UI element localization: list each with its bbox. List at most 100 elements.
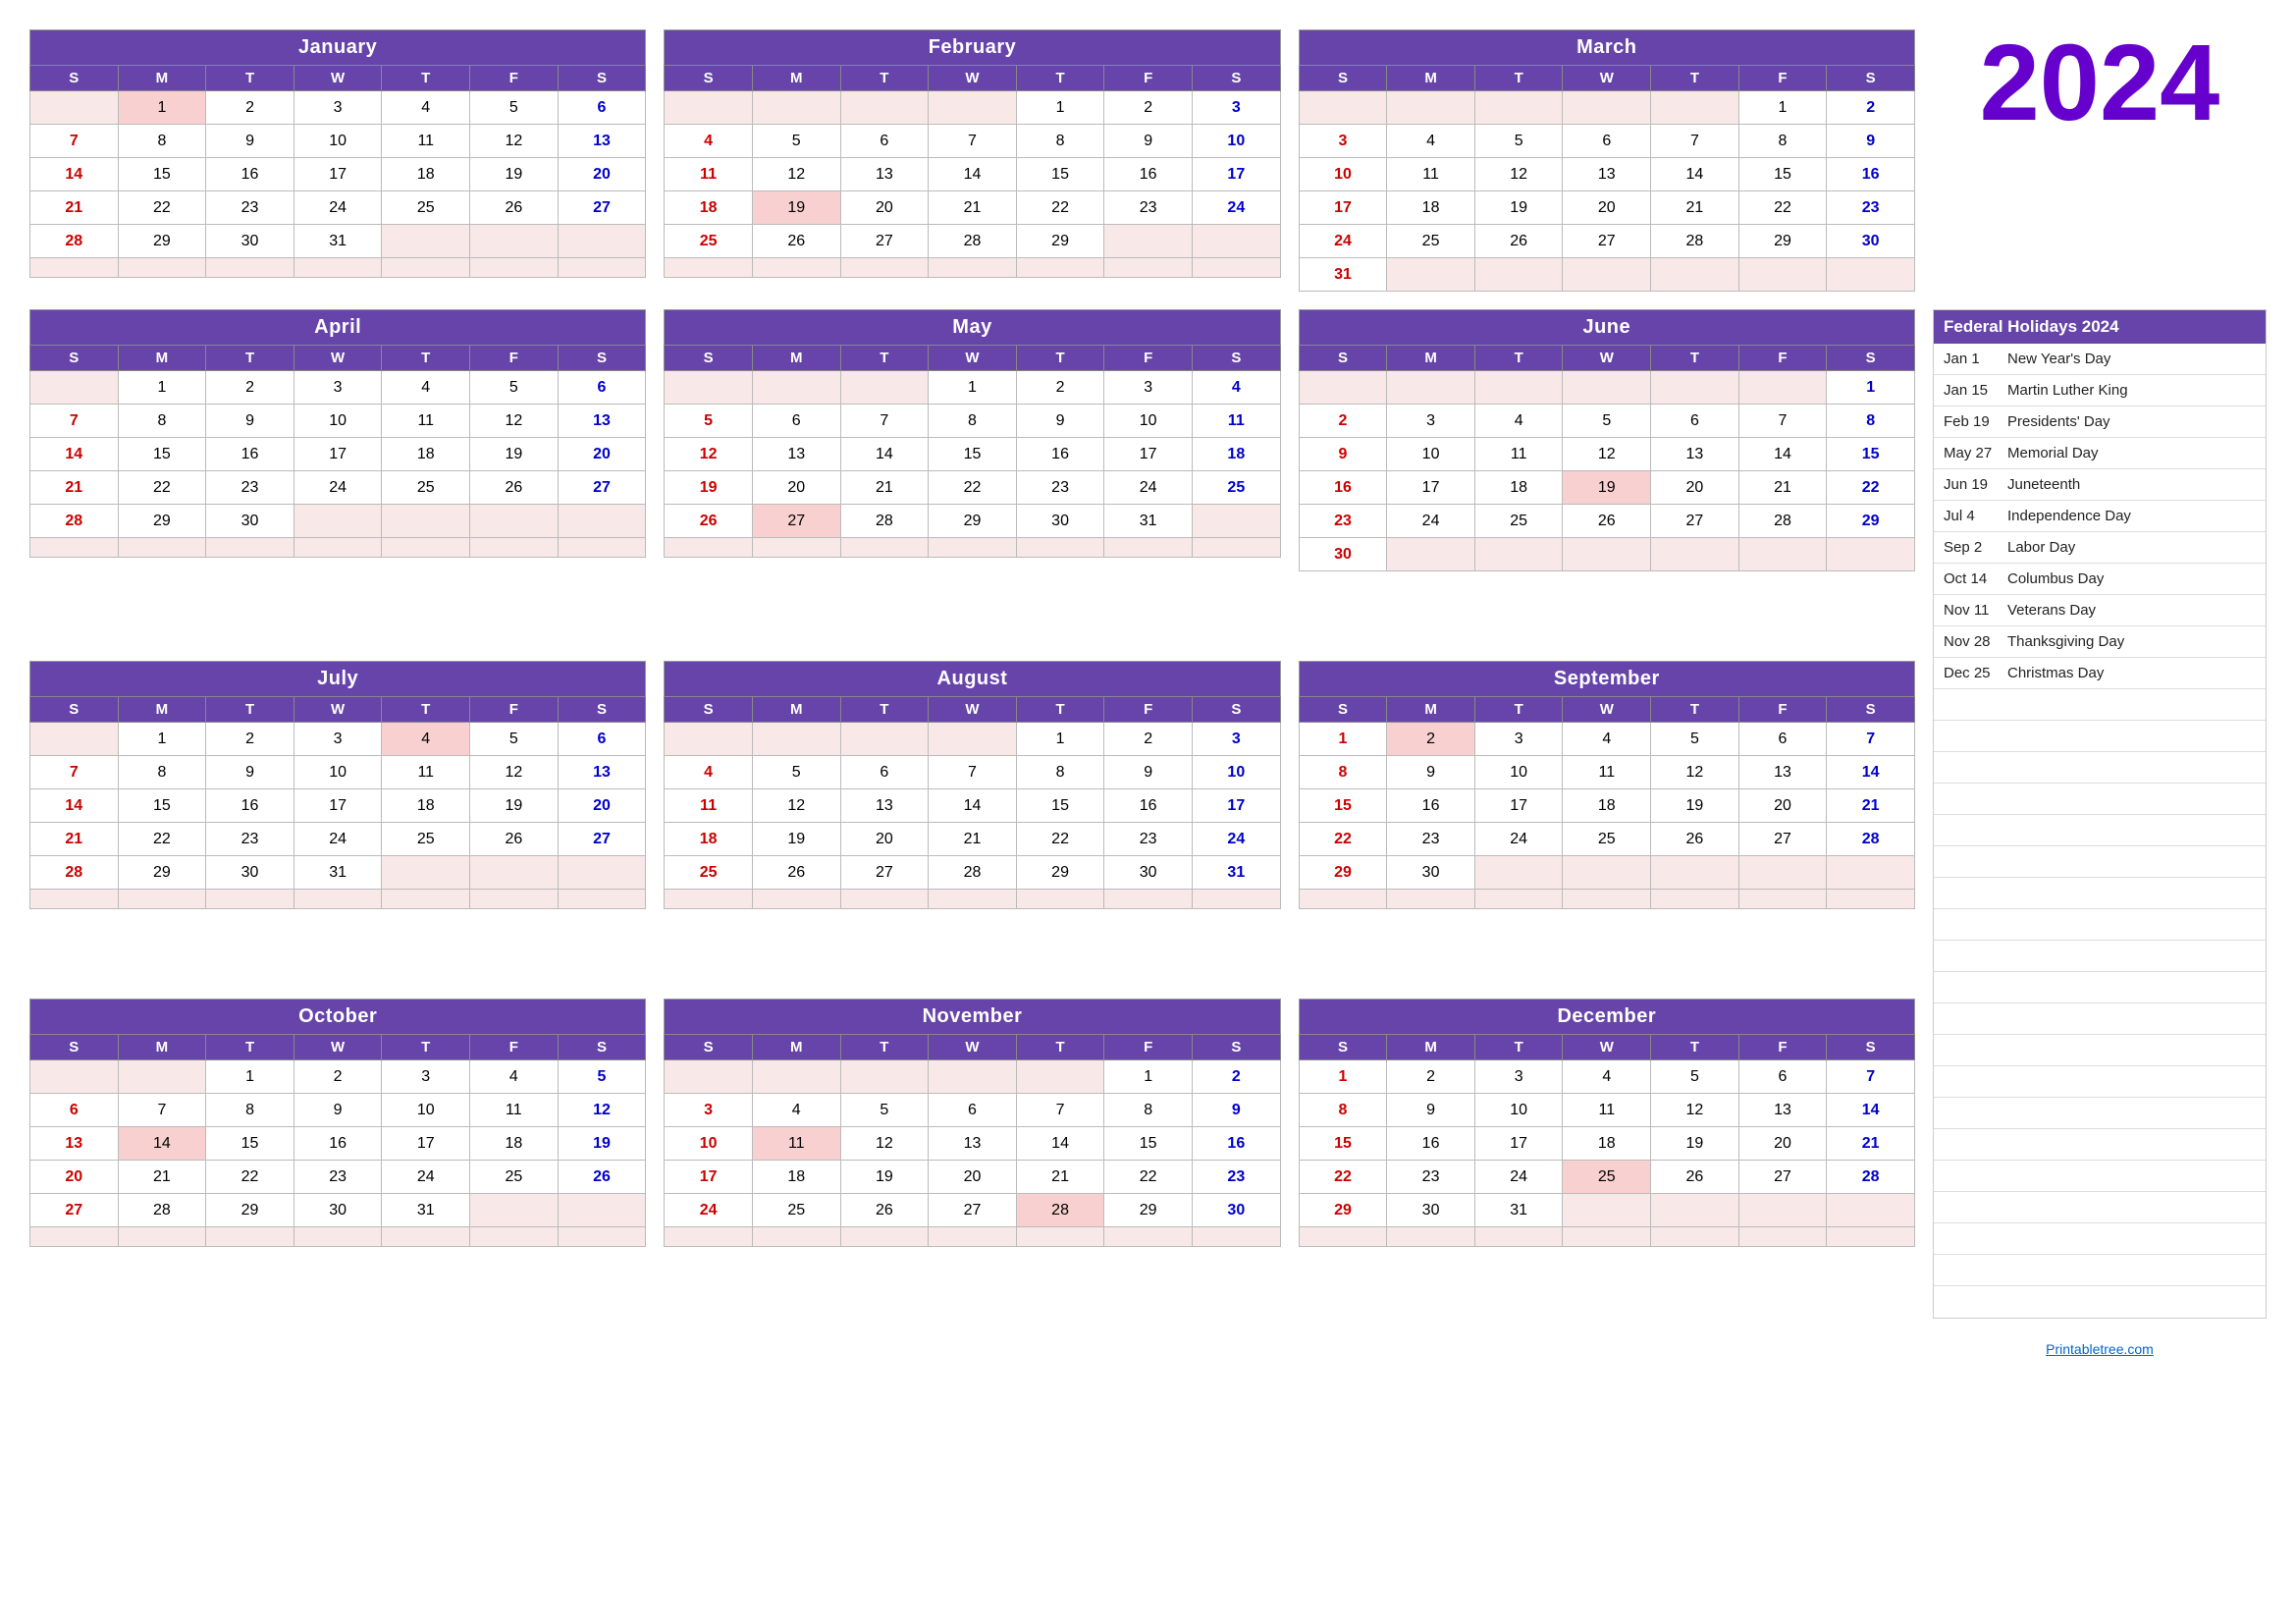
calendar-cell: 19 <box>1651 789 1739 823</box>
calendar-cell: 20 <box>1738 1127 1827 1161</box>
calendar-cell <box>382 258 470 278</box>
calendar-cell: 17 <box>382 1127 470 1161</box>
calendar-cell <box>840 371 929 405</box>
holiday-row: Jan 15Martin Luther King <box>1934 375 2266 406</box>
calendar-cell: 17 <box>1474 789 1563 823</box>
calendar-cell: 14 <box>30 438 119 471</box>
day-header-0: S <box>665 346 753 371</box>
calendar-cell: 16 <box>1387 1127 1475 1161</box>
day-header-0: S <box>665 66 753 91</box>
holiday-row-empty <box>1934 909 2266 941</box>
calendar-cell <box>1563 371 1651 405</box>
day-header-5: F <box>1104 1035 1193 1060</box>
calendar-cell: 6 <box>840 756 929 789</box>
calendar-cell: 1 <box>1016 91 1104 125</box>
calendar-cell <box>752 258 840 278</box>
calendar-cell: 11 <box>1192 405 1280 438</box>
calendar-cell: 7 <box>30 756 119 789</box>
day-header-2: T <box>840 66 929 91</box>
month-september: SeptemberSMTWTFS123456789101112131415161… <box>1299 661 1915 981</box>
calendar-cell: 2 <box>1016 371 1104 405</box>
calendar-cell: 4 <box>665 756 753 789</box>
holiday-date: Nov 11 <box>1944 602 2007 619</box>
holiday-name: Juneteenth <box>2007 476 2080 493</box>
calendar-cell <box>1651 1227 1739 1247</box>
calendar-cell <box>1387 538 1475 571</box>
day-header-6: S <box>558 697 646 723</box>
calendar-cell: 24 <box>1387 505 1475 538</box>
calendar-cell <box>752 723 840 756</box>
calendar-cell <box>1104 258 1193 278</box>
calendar-cell: 20 <box>558 158 646 191</box>
day-header-4: T <box>1651 346 1739 371</box>
calendar-cell <box>752 371 840 405</box>
calendar-cell: 19 <box>470 438 559 471</box>
day-header-1: M <box>1387 1035 1475 1060</box>
calendar-cell: 6 <box>30 1094 119 1127</box>
calendar-cell: 12 <box>1651 1094 1739 1127</box>
calendar-cell <box>558 1227 646 1247</box>
calendar-cell: 9 <box>1387 756 1475 789</box>
holiday-date: Feb 19 <box>1944 413 2007 430</box>
month-june: JuneSMTWTFS12345678910111213141516171819… <box>1299 309 1915 643</box>
holiday-row-empty <box>1934 878 2266 909</box>
calendar-cell: 14 <box>1827 756 1915 789</box>
day-header-5: F <box>1104 66 1193 91</box>
calendar-cell <box>118 1227 206 1247</box>
calendar-cell: 19 <box>752 823 840 856</box>
calendar-cell: 27 <box>558 823 646 856</box>
holiday-name: Veterans Day <box>2007 602 2096 619</box>
calendar-cell: 10 <box>1474 756 1563 789</box>
calendar-cell <box>470 538 559 558</box>
calendar-cell <box>1474 258 1563 292</box>
holiday-name: Christmas Day <box>2007 665 2104 681</box>
calendar-cell: 24 <box>294 191 382 225</box>
calendar-cell: 9 <box>1104 756 1193 789</box>
calendar-cell: 12 <box>1563 438 1651 471</box>
calendar-cell: 3 <box>1474 1060 1563 1094</box>
calendar-cell: 31 <box>1104 505 1193 538</box>
calendar-cell: 25 <box>665 856 753 890</box>
day-header-6: S <box>1827 697 1915 723</box>
month-header-july: July <box>30 662 646 697</box>
calendar-cell: 28 <box>1651 225 1739 258</box>
calendar-cell <box>118 258 206 278</box>
calendar-cell <box>294 1227 382 1247</box>
calendar-cell <box>470 856 559 890</box>
day-header-3: W <box>294 697 382 723</box>
calendar-cell: 16 <box>294 1127 382 1161</box>
holiday-row: Oct 14Columbus Day <box>1934 564 2266 595</box>
holiday-name: Thanksgiving Day <box>2007 633 2124 650</box>
day-header-5: F <box>1738 1035 1827 1060</box>
calendar-cell: 16 <box>1104 789 1193 823</box>
calendar-cell: 23 <box>206 191 294 225</box>
holiday-date: Dec 25 <box>1944 665 2007 681</box>
calendar-cell: 18 <box>382 789 470 823</box>
holiday-date: Jan 1 <box>1944 351 2007 367</box>
day-header-1: M <box>752 66 840 91</box>
calendar-cell: 26 <box>1651 823 1739 856</box>
calendar-cell <box>1104 538 1193 558</box>
day-header-4: T <box>1651 1035 1739 1060</box>
month-july: JulySMTWTFS12345678910111213141516171819… <box>29 661 646 981</box>
day-header-6: S <box>1827 66 1915 91</box>
calendar-cell: 1 <box>118 91 206 125</box>
holiday-row-empty <box>1934 689 2266 721</box>
calendar-cell: 2 <box>1387 723 1475 756</box>
calendar-cell <box>1016 1227 1104 1247</box>
calendar-cell: 2 <box>1387 1060 1475 1094</box>
calendar-cell: 8 <box>1016 756 1104 789</box>
calendar-cell <box>1651 856 1739 890</box>
calendar-cell: 29 <box>118 856 206 890</box>
holiday-row-empty <box>1934 1003 2266 1035</box>
calendar-cell <box>1192 1227 1280 1247</box>
calendar-cell: 30 <box>1016 505 1104 538</box>
calendar-cell: 24 <box>1192 191 1280 225</box>
holiday-name: Martin Luther King <box>2007 382 2128 399</box>
calendar-cell: 13 <box>558 405 646 438</box>
printable-link[interactable]: Printabletree.com <box>1933 1336 2267 1357</box>
day-header-6: S <box>1192 346 1280 371</box>
calendar-cell: 17 <box>1387 471 1475 505</box>
calendar-cell <box>1016 258 1104 278</box>
calendar-cell: 9 <box>1104 125 1193 158</box>
